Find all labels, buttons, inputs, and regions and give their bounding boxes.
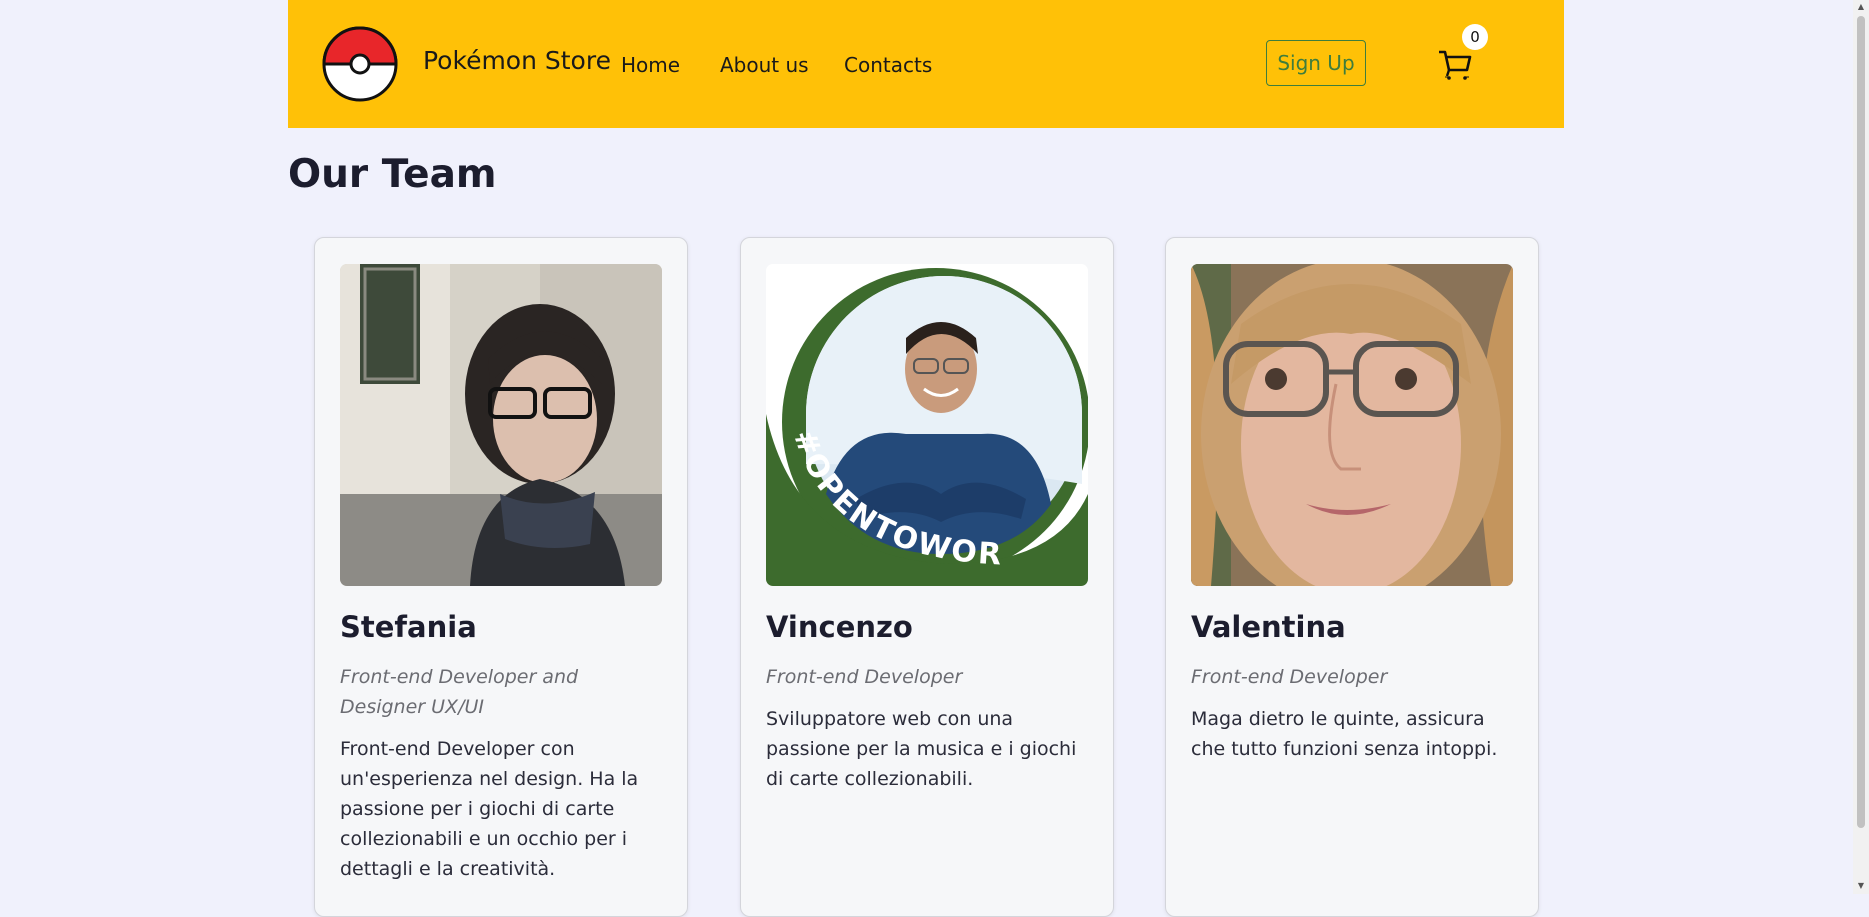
cart-count-badge: 0	[1462, 24, 1488, 50]
team-card-valentina: Valentina Front-end Developer Maga dietr…	[1165, 237, 1539, 917]
team-card-vincenzo: #OPENTOWORK Vincenzo Front-end Developer…	[740, 237, 1114, 917]
page-scrollbar[interactable]: ▲ ▼	[1853, 0, 1869, 894]
team-bio: Sviluppatore web con una passione per la…	[766, 708, 1077, 790]
cart-icon[interactable]	[1437, 46, 1473, 82]
team-photo-valentina	[1191, 264, 1513, 586]
team-bio: Front-end Developer con un'esperienza ne…	[340, 738, 639, 880]
nav-contacts[interactable]: Contacts	[844, 53, 932, 77]
team-name: Stefania	[340, 610, 477, 644]
team-photo-vincenzo: #OPENTOWORK	[766, 264, 1088, 586]
nav-home[interactable]: Home	[621, 53, 680, 77]
brand-name[interactable]: Pokémon Store	[423, 46, 611, 75]
team-photo-stefania	[340, 264, 662, 586]
scroll-up-icon[interactable]: ▲	[1857, 3, 1865, 11]
sign-up-button[interactable]: Sign Up	[1266, 40, 1366, 86]
team-card-stefania: Stefania Front-end Developer and Designe…	[314, 237, 688, 917]
nav-about-us[interactable]: About us	[720, 53, 809, 77]
navbar: Pokémon Store Home About us Contacts Sig…	[288, 0, 1564, 128]
pokeball-icon[interactable]	[322, 26, 398, 102]
team-role: Front-end Developer and Designer UX/UI	[340, 666, 579, 718]
page: Pokémon Store Home About us Contacts Sig…	[288, 0, 1564, 917]
team-name: Valentina	[1191, 610, 1346, 644]
scroll-down-icon[interactable]: ▼	[1857, 882, 1865, 890]
team-role: Front-end Developer	[766, 666, 963, 688]
team-name: Vincenzo	[766, 610, 913, 644]
team-bio: Maga dietro le quinte, assicura che tutt…	[1191, 708, 1498, 760]
team-role: Front-end Developer	[1191, 666, 1388, 688]
page-title: Our Team	[288, 152, 497, 197]
scroll-thumb[interactable]	[1857, 16, 1865, 828]
